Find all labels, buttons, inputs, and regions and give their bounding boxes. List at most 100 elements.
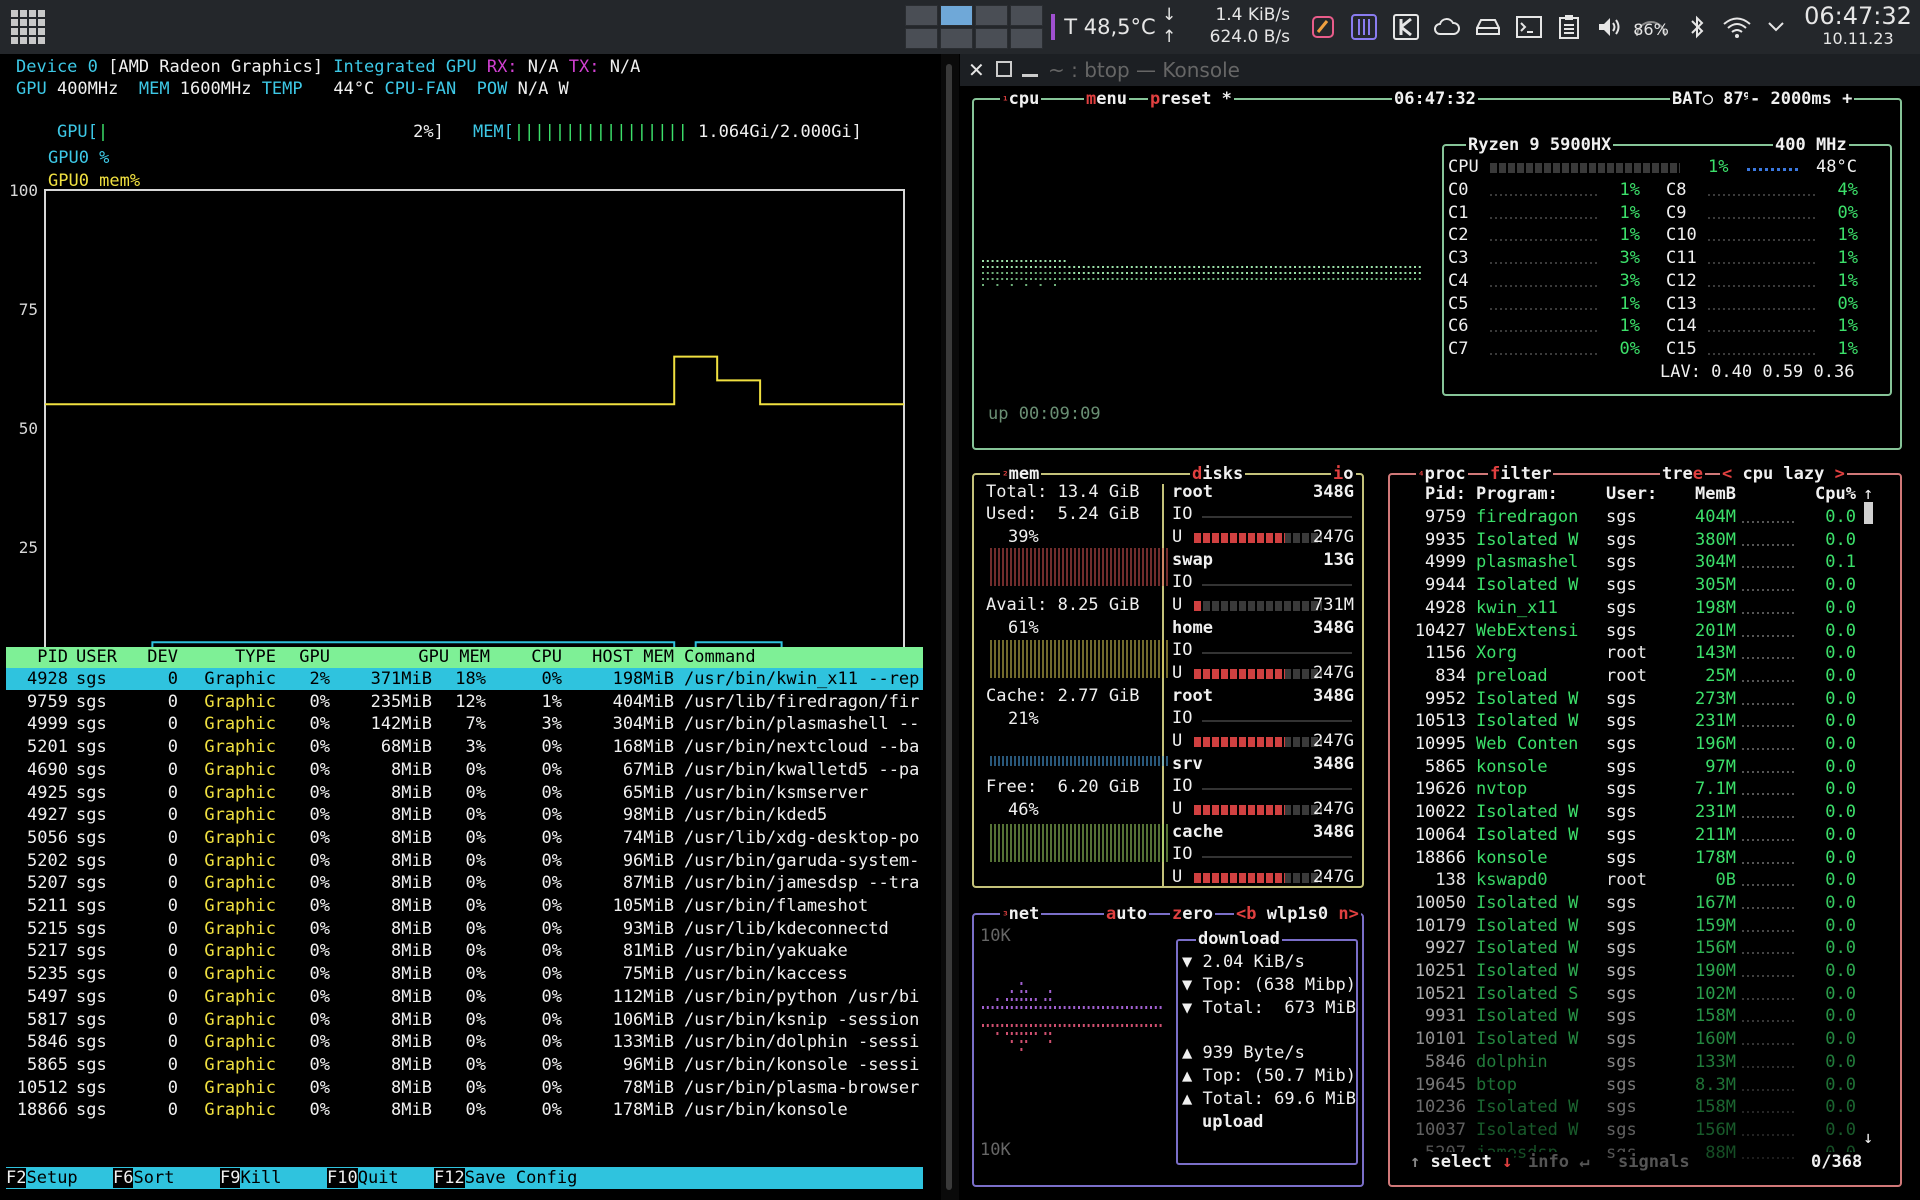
table-header-cell[interactable]: USER: [76, 647, 132, 668]
terminal-icon[interactable]: [1514, 0, 1544, 54]
color-picker-icon[interactable]: [1308, 0, 1338, 54]
proc-row[interactable]: 9927 Isolated Wsgs 156M 0.0: [1396, 937, 1864, 959]
proc-select-button[interactable]: ↑ select ↓: [1408, 1152, 1515, 1172]
table-header-cell[interactable]: HOST MEM: [572, 647, 674, 668]
desktop-1[interactable]: [905, 5, 938, 26]
proc-header-cell[interactable]: Pid:: [1396, 484, 1466, 504]
process-row[interactable]: 5865 sgs 0 Graphic 0% 8MiB 0% 0% 96MiB/usr/bin/k…: [6, 1054, 923, 1076]
minimize-icon[interactable]: [1022, 74, 1038, 77]
proc-scroll-up-icon[interactable]: ↑: [1863, 484, 1873, 504]
proc-row[interactable]: 138 kswapd0 root 0B 0.0: [1396, 869, 1864, 891]
proc-row[interactable]: 10513 Isolated Wsgs 231M 0.0: [1396, 710, 1864, 732]
preset-button[interactable]: preset *: [1148, 89, 1234, 109]
table-header-cell[interactable]: GPU MEM: [336, 647, 490, 668]
proc-row[interactable]: 10521 Isolated Ssgs 102M 0.0: [1396, 983, 1864, 1005]
proc-row[interactable]: 9944 Isolated Wsgs 305M 0.0: [1396, 574, 1864, 596]
process-row[interactable]: 5202 sgs 0 Graphic 0% 8MiB 0% 0% 96MiB/usr/bin/g…: [6, 850, 923, 872]
proc-row[interactable]: 4999 plasmashel sgs 304M 0.1: [1396, 551, 1864, 573]
process-row[interactable]: 4999 sgs 0 Graphic 0% 142MiB 7% 3% 304MiB/usr/bi…: [6, 713, 923, 735]
io-toggle[interactable]: io: [1331, 464, 1356, 484]
net-box-title[interactable]: ³net: [1000, 904, 1042, 924]
table-header-cell[interactable]: PID: [6, 647, 68, 668]
cpu-box-title[interactable]: ¹cpu: [1000, 89, 1042, 109]
process-row[interactable]: 5235 sgs 0 Graphic 0% 8MiB 0% 0% 75MiB/usr/bin/k…: [6, 963, 923, 985]
process-row[interactable]: 18866 sgs 0 Graphic 0% 8MiB 0% 0% 178MiB/usr/bin…: [6, 1099, 923, 1121]
proc-row[interactable]: 10022 Isolated Wsgs 231M 0.0: [1396, 801, 1864, 823]
proc-row[interactable]: 10427 WebExtensi sgs 201M 0.0: [1396, 620, 1864, 642]
proc-row[interactable]: 9952 Isolated Wsgs 273M 0.0: [1396, 688, 1864, 710]
desktop-3[interactable]: [975, 5, 1008, 26]
proc-tree-toggle[interactable]: tree: [1660, 464, 1705, 484]
network-speed-widget[interactable]: ↓ 1.4 KiB/s ↑ 624.0 B/s: [1162, 4, 1290, 48]
proc-row[interactable]: 5865 konsole sgs 97M 0.0: [1396, 756, 1864, 778]
proc-row[interactable]: 19626 nvtop sgs 7.1M 0.0: [1396, 778, 1864, 800]
proc-row[interactable]: 834 preload root 25M 0.0: [1396, 665, 1864, 687]
fkey-setup[interactable]: F2Setup: [6, 1167, 78, 1189]
table-header-cell[interactable]: Command: [684, 647, 924, 668]
proc-row[interactable]: 4928 kwin_x11 sgs 198M 0.0: [1396, 597, 1864, 619]
proc-row[interactable]: 9931 Isolated Wsgs 158M 0.0: [1396, 1005, 1864, 1027]
nextcloud-icon[interactable]: [1432, 0, 1462, 54]
proc-scroll-down-icon[interactable]: ↓: [1863, 1128, 1873, 1148]
desktop-6[interactable]: [940, 28, 973, 49]
proc-row[interactable]: 10995 Web Conten sgs 196M 0.0: [1396, 733, 1864, 755]
fkey-save-config[interactable]: F12Save Config: [434, 1167, 577, 1189]
process-row[interactable]: 5217 sgs 0 Graphic 0% 8MiB 0% 0% 81MiB/usr/bin/y…: [6, 940, 923, 962]
process-row[interactable]: 5201 sgs 0 Graphic 0% 68MiB 3% 0% 168MiB/usr/bin…: [6, 736, 923, 758]
proc-signals-button[interactable]: signals: [1616, 1152, 1692, 1172]
net-interface-selector[interactable]: <b wlp1s0 n>: [1234, 904, 1361, 924]
proc-row[interactable]: 9759 firedragon sgs 404M 0.0: [1396, 506, 1864, 528]
proc-info-button[interactable]: info ↵: [1526, 1152, 1592, 1172]
temperature-readout[interactable]: T 48,5°C: [1060, 0, 1160, 54]
update-interval[interactable]: - 2000ms +: [1748, 89, 1855, 109]
tray-expand-chevron-icon[interactable]: [1762, 0, 1790, 54]
digital-clock[interactable]: 06:47:32 10.11.23: [1800, 2, 1916, 48]
net-zero-toggle[interactable]: zero: [1170, 904, 1215, 924]
proc-row[interactable]: 5846 dolphin sgs 133M 0.0: [1396, 1051, 1864, 1073]
proc-header-cell[interactable]: MemB: [1666, 484, 1736, 504]
table-header-cell[interactable]: CPU: [506, 647, 562, 668]
volume-icon[interactable]: [1594, 0, 1624, 54]
desktop-2[interactable]: [940, 5, 973, 26]
process-row[interactable]: 5497 sgs 0 Graphic 0% 8MiB 0% 0% 112MiB/usr/bin/…: [6, 986, 923, 1008]
table-header-cell[interactable]: TYPE: [196, 647, 276, 668]
proc-row[interactable]: 19645 btop sgs 8.3M 0.0: [1396, 1074, 1864, 1096]
desktop-4[interactable]: [1010, 5, 1043, 26]
proc-row[interactable]: 1156 Xorg root 143M 0.0: [1396, 642, 1864, 664]
proc-row[interactable]: 9935 Isolated Wsgs 380M 0.0: [1396, 529, 1864, 551]
proc-filter-button[interactable]: filter: [1488, 464, 1554, 484]
desktop-8[interactable]: [1010, 28, 1043, 49]
proc-row[interactable]: 10179 Isolated Wsgs 159M 0.0: [1396, 915, 1864, 937]
proc-header-cell[interactable]: Cpu%: [1766, 484, 1856, 504]
process-row[interactable]: 5211 sgs 0 Graphic 0% 8MiB 0% 0% 105MiB/usr/bin/…: [6, 895, 923, 917]
process-row[interactable]: 4925 sgs 0 Graphic 0% 8MiB 0% 0% 65MiB/usr/bin/k…: [6, 782, 923, 804]
proc-row[interactable]: 18866 konsole sgs 178M 0.0: [1396, 847, 1864, 869]
proc-row[interactable]: 10037 Isolated Wsgs 156M 0.0: [1396, 1119, 1864, 1141]
process-row[interactable]: 5846 sgs 0 Graphic 0% 8MiB 0% 0% 133MiB/usr/bin/…: [6, 1031, 923, 1053]
fkey-kill[interactable]: F9Kill: [220, 1167, 281, 1189]
split-divider[interactable]: [941, 54, 959, 1200]
menu-button[interactable]: menu: [1084, 89, 1129, 109]
proc-row[interactable]: 10064 Isolated Wsgs 211M 0.0: [1396, 824, 1864, 846]
process-row[interactable]: 4927 sgs 0 Graphic 0% 8MiB 0% 0% 98MiB/usr/bin/k…: [6, 804, 923, 826]
konsole-titlebar[interactable]: ✕ ~ : btop — Konsole: [960, 54, 1920, 86]
battery-widget[interactable]: 86%: [1628, 0, 1674, 54]
process-row[interactable]: 9759 sgs 0 Graphic 0% 235MiB 12% 1% 404MiB/usr/l…: [6, 691, 923, 713]
process-row[interactable]: 4690 sgs 0 Graphic 0% 8MiB 0% 0% 67MiB/usr/bin/k…: [6, 759, 923, 781]
desktop-7[interactable]: [975, 28, 1008, 49]
close-icon[interactable]: ✕: [968, 60, 988, 80]
konsole-window[interactable]: ✕ ~ : btop — Konsole ¹cpu menu preset * …: [960, 54, 1920, 1200]
process-table-header[interactable]: PID USER DEV TYPE GPU GPU MEM CPU HOST MEM Comma…: [6, 647, 923, 668]
proc-row[interactable]: 10236 Isolated Wsgs 158M 0.0: [1396, 1096, 1864, 1118]
app-launcher-icon[interactable]: [6, 0, 50, 54]
proc-sort-selector[interactable]: < cpu lazy >: [1720, 464, 1847, 484]
process-row[interactable]: 5215 sgs 0 Graphic 0% 8MiB 0% 0% 93MiB/usr/lib/k…: [6, 918, 923, 940]
proc-row[interactable]: 10251 Isolated Wsgs 190M 0.0: [1396, 960, 1864, 982]
bluetooth-icon[interactable]: [1682, 0, 1712, 54]
fkey-sort[interactable]: F6Sort: [113, 1167, 174, 1189]
process-row[interactable]: 5817 sgs 0 Graphic 0% 8MiB 0% 0% 106MiB/usr/bin/…: [6, 1009, 923, 1031]
proc-box-title[interactable]: ⁴proc: [1416, 464, 1468, 484]
proc-scrollbar-thumb[interactable]: [1864, 502, 1873, 524]
process-row[interactable]: 5207 sgs 0 Graphic 0% 8MiB 0% 0% 87MiB/usr/bin/j…: [6, 872, 923, 894]
nvtop-terminal[interactable]: Device 0 [AMD Radeon Graphics] Integrate…: [0, 54, 940, 1200]
